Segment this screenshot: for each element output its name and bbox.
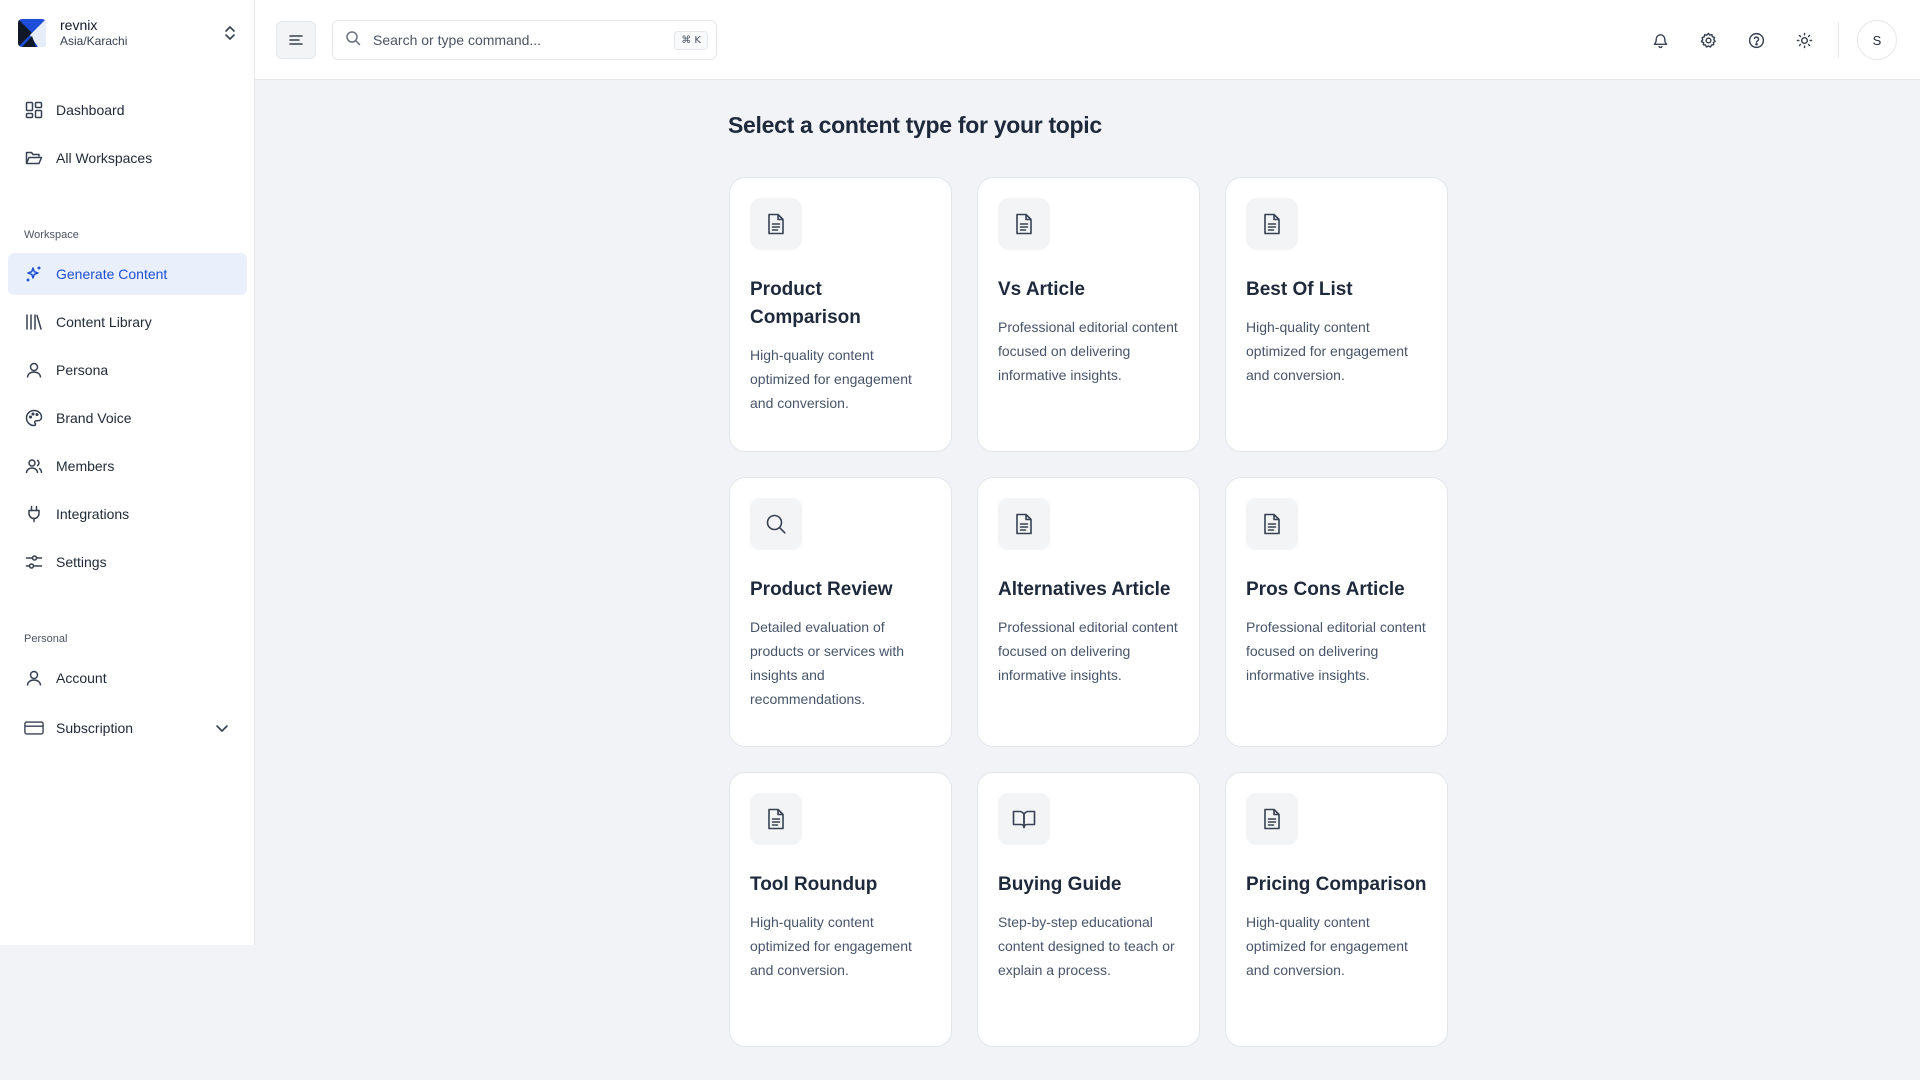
content-type-card[interactable]: Product Comparison High-quality content … xyxy=(729,177,952,452)
card-description: High-quality content optimized for engag… xyxy=(750,347,912,411)
section-label-workspace: Workspace xyxy=(24,229,79,241)
credit-card-icon xyxy=(24,718,44,738)
nav-label: Integrations xyxy=(56,506,130,522)
card-description: High-quality content optimized for engag… xyxy=(1246,914,1408,978)
file-text-icon xyxy=(1246,498,1298,550)
card-description: High-quality content optimized for engag… xyxy=(750,914,912,978)
brand-timezone: Asia/Karachi xyxy=(60,34,128,48)
sparkles-icon xyxy=(24,264,44,284)
content-type-card[interactable]: Best Of List High-quality content optimi… xyxy=(1225,177,1448,452)
sun-icon[interactable] xyxy=(1789,25,1819,55)
nav-settings[interactable]: Settings xyxy=(8,541,247,583)
nav-content-library[interactable]: Content Library xyxy=(8,301,247,343)
palette-icon xyxy=(24,408,44,428)
content-type-card[interactable]: Pros Cons Article Professional editorial… xyxy=(1225,477,1448,747)
card-title: Pricing Comparison xyxy=(1246,874,1427,895)
nav-label: Subscription xyxy=(56,720,134,736)
nav-label: All Workspaces xyxy=(56,150,153,166)
content-type-card[interactable]: Pricing Comparison High-quality content … xyxy=(1225,772,1448,1047)
users-icon xyxy=(24,456,44,476)
content-type-card[interactable]: Buying Guide Step-by-step educational co… xyxy=(977,772,1200,1047)
chevrons-up-down-icon[interactable] xyxy=(220,21,240,45)
bell-icon[interactable] xyxy=(1645,25,1675,55)
nav-account[interactable]: Account xyxy=(8,657,247,699)
nav-all-workspaces[interactable]: All Workspaces xyxy=(8,137,247,179)
nav-label: Settings xyxy=(56,554,107,570)
menu-icon xyxy=(289,35,303,45)
brand-name: revnix xyxy=(60,17,98,33)
card-title: Vs Article xyxy=(998,279,1085,300)
sidebar: revnix Asia/Karachi Dashboard All Worksp… xyxy=(0,0,255,945)
nav-label: Content Library xyxy=(56,314,152,330)
folder-open-icon xyxy=(24,148,44,168)
search-icon xyxy=(750,498,802,550)
book-open-icon xyxy=(998,793,1050,845)
section-label-personal: Personal xyxy=(24,633,68,645)
card-description: Professional editorial content focused o… xyxy=(998,319,1178,383)
card-title: Product Review xyxy=(750,579,893,600)
toolbar-divider xyxy=(1838,22,1839,58)
card-description: Professional editorial content focused o… xyxy=(998,619,1178,683)
nav-persona[interactable]: Persona xyxy=(8,349,247,391)
nav-members[interactable]: Members xyxy=(8,445,247,487)
workspace-switcher[interactable]: revnix Asia/Karachi xyxy=(18,16,240,50)
card-description: Professional editorial content focused o… xyxy=(1246,619,1426,683)
card-title: Alternatives Article xyxy=(998,579,1171,600)
nav-label: Dashboard xyxy=(56,102,125,118)
file-text-icon xyxy=(998,198,1050,250)
nav-generate-content[interactable]: Generate Content xyxy=(8,253,247,295)
dashboard-icon xyxy=(24,100,44,120)
nav-label: Brand Voice xyxy=(56,410,132,426)
file-text-icon xyxy=(1246,793,1298,845)
search-input[interactable] xyxy=(373,32,675,48)
nav-label: Members xyxy=(56,458,115,474)
top-bar: ⌘ K S xyxy=(255,0,1920,80)
file-text-icon xyxy=(750,198,802,250)
nav-label: Persona xyxy=(56,362,109,378)
nav-dashboard[interactable]: Dashboard xyxy=(8,89,247,131)
page-title: Select a content type for your topic xyxy=(728,112,1102,138)
user-icon xyxy=(24,360,44,380)
search-icon xyxy=(345,30,361,51)
brand-logo xyxy=(18,19,46,47)
nav-label: Generate Content xyxy=(56,266,168,282)
card-title: Tool Roundup xyxy=(750,874,878,895)
nav-brand-voice[interactable]: Brand Voice xyxy=(8,397,247,439)
command-search[interactable]: ⌘ K xyxy=(332,20,717,60)
file-text-icon xyxy=(750,793,802,845)
sliders-icon xyxy=(24,552,44,572)
card-title: Best Of List xyxy=(1246,279,1353,300)
avatar[interactable]: S xyxy=(1857,20,1897,60)
file-text-icon xyxy=(1246,198,1298,250)
card-title: Buying Guide xyxy=(998,874,1122,895)
shortcut-badge: ⌘ K xyxy=(674,30,708,50)
file-text-icon xyxy=(998,498,1050,550)
content-type-card[interactable]: Tool Roundup High-quality content optimi… xyxy=(729,772,952,1047)
content-type-card[interactable]: Alternatives Article Professional editor… xyxy=(977,477,1200,747)
user-icon xyxy=(24,668,44,688)
card-title: Product Comparison xyxy=(750,279,861,328)
gear-icon[interactable] xyxy=(1693,25,1723,55)
plug-icon xyxy=(24,504,44,524)
nav-subscription[interactable]: Subscription xyxy=(8,707,247,749)
card-description: Detailed evaluation of products or servi… xyxy=(750,619,905,707)
library-icon xyxy=(24,312,44,332)
card-description: High-quality content optimized for engag… xyxy=(1246,319,1408,383)
content-type-card[interactable]: Vs Article Professional editorial conten… xyxy=(977,177,1200,452)
card-title: Pros Cons Article xyxy=(1246,579,1405,600)
nav-integrations[interactable]: Integrations xyxy=(8,493,247,535)
chevron-down-icon[interactable] xyxy=(213,719,231,737)
card-description: Step-by-step educational content designe… xyxy=(998,914,1175,978)
nav-label: Account xyxy=(56,670,107,686)
sidebar-toggle-button[interactable] xyxy=(276,21,316,59)
help-circle-icon[interactable] xyxy=(1741,25,1771,55)
content-type-card[interactable]: Product Review Detailed evaluation of pr… xyxy=(729,477,952,747)
